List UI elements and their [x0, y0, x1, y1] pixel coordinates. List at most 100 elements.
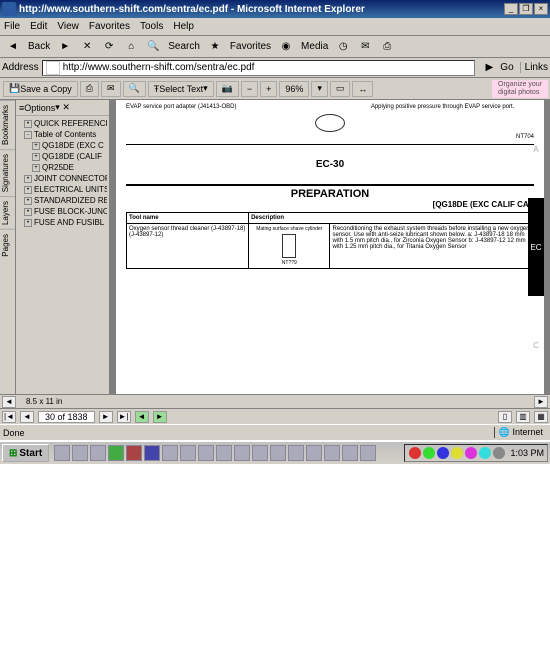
ql-icon-1[interactable] — [54, 445, 70, 461]
ql-icon-15[interactable] — [306, 445, 322, 461]
bookmark-item[interactable]: •STANDARDIZED RE — [18, 195, 107, 206]
bookmark-item[interactable]: -Table of Contents — [18, 129, 107, 140]
bookmark-item[interactable]: •FUSE AND FUSIBL — [18, 217, 107, 228]
back-button[interactable]: ◄ — [3, 38, 23, 56]
go-button[interactable]: ▶ — [479, 59, 499, 77]
search-icon[interactable]: 🔍 — [143, 38, 163, 56]
ql-icon-10[interactable] — [216, 445, 232, 461]
fit-width-button[interactable]: ↔ — [352, 81, 373, 97]
tray-icon-2[interactable] — [423, 447, 435, 459]
zoom-level[interactable]: 96% — [279, 81, 309, 97]
media-icon[interactable]: ◉ — [276, 38, 296, 56]
nav-fwd-button[interactable]: ► — [153, 411, 167, 423]
menu-help[interactable]: Help — [173, 21, 194, 32]
next-page-button[interactable]: ► — [99, 411, 113, 423]
first-page-button[interactable]: |◄ — [2, 411, 16, 423]
index-ec[interactable]: EC — [528, 198, 544, 296]
favorites-label[interactable]: Favorites — [226, 38, 275, 56]
ql-icon-12[interactable] — [252, 445, 268, 461]
ql-icon-6[interactable] — [144, 445, 160, 461]
mail-icon[interactable]: ✉ — [355, 38, 375, 56]
select-text-button[interactable]: Ŧ Select Text ▾ — [148, 81, 214, 97]
history-icon[interactable]: ◷ — [333, 38, 353, 56]
ql-icon-9[interactable] — [198, 445, 214, 461]
bookmark-item[interactable]: +QG18DE (EXC C — [18, 140, 107, 151]
search-pdf-button[interactable]: 🔍 — [123, 81, 146, 97]
pdf-viewport[interactable]: EVAP service port adapter (J41413-OBD) A… — [110, 100, 550, 394]
tray-icon-3[interactable] — [437, 447, 449, 459]
tray-icon-5[interactable] — [465, 447, 477, 459]
clock[interactable]: 1:03 PM — [510, 448, 544, 458]
fit-page-button[interactable]: ▭ — [330, 81, 351, 97]
bookmark-item[interactable]: +QR25DE — [18, 162, 107, 173]
view-facing-icon[interactable]: ▦ — [534, 411, 548, 423]
index-c[interactable]: C — [528, 296, 544, 394]
zoom-out-button[interactable]: − — [241, 81, 258, 97]
home-button[interactable]: ⌂ — [121, 38, 141, 56]
forward-button[interactable]: ► — [55, 38, 75, 56]
tray-icon-4[interactable] — [451, 447, 463, 459]
address-input[interactable]: http://www.southern-shift.com/sentra/ec.… — [42, 60, 476, 76]
tray-icon-6[interactable] — [479, 447, 491, 459]
start-button[interactable]: ⊞Start — [2, 444, 49, 462]
menu-view[interactable]: View — [57, 21, 79, 32]
bookmarks-options[interactable]: ≡ Options ▾ ✕ — [16, 100, 109, 116]
links-label[interactable]: Links — [520, 62, 548, 73]
stop-button[interactable]: ✕ — [77, 38, 97, 56]
go-label[interactable]: Go — [500, 62, 513, 73]
bookmark-item[interactable]: •QUICK REFERENCE — [18, 118, 107, 129]
search-label[interactable]: Search — [164, 38, 204, 56]
ql-icon-17[interactable] — [342, 445, 358, 461]
tray-icon-1[interactable] — [409, 447, 421, 459]
zoom-in-button[interactable]: + — [260, 81, 277, 97]
tab-bookmarks[interactable]: Bookmarks — [0, 100, 15, 149]
bookmark-item[interactable]: +QG18DE (CALIF — [18, 151, 107, 162]
bookmark-item[interactable]: •JOINT CONNECTOR — [18, 173, 107, 184]
ql-icon-11[interactable] — [234, 445, 250, 461]
menu-favorites[interactable]: Favorites — [89, 21, 130, 32]
tray-icon-7[interactable] — [493, 447, 505, 459]
ql-icon-7[interactable] — [162, 445, 178, 461]
zoom-dropdown-icon[interactable]: ▾ — [311, 81, 328, 97]
media-label[interactable]: Media — [297, 38, 332, 56]
ql-icon-8[interactable] — [180, 445, 196, 461]
ql-icon-5[interactable] — [126, 445, 142, 461]
maximize-button[interactable]: ❐ — [519, 3, 533, 15]
ql-icon-18[interactable] — [360, 445, 376, 461]
prev-page-button[interactable]: ◄ — [20, 411, 34, 423]
ql-icon-13[interactable] — [270, 445, 286, 461]
ql-icon-2[interactable] — [72, 445, 88, 461]
refresh-button[interactable]: ⟳ — [99, 38, 119, 56]
ql-icon-3[interactable] — [90, 445, 106, 461]
print-button[interactable]: ⎙ — [80, 81, 99, 97]
print-icon[interactable]: ⎙ — [377, 38, 397, 56]
bookmark-item[interactable]: •FUSE BLOCK-JUNC — [18, 206, 107, 217]
ql-icon-4[interactable] — [108, 445, 124, 461]
menu-edit[interactable]: Edit — [30, 21, 47, 32]
last-page-button[interactable]: ►| — [117, 411, 131, 423]
index-a[interactable]: A — [528, 100, 544, 198]
close-button[interactable]: × — [534, 3, 548, 15]
adobe-promo[interactable]: Organize your digital photos — [492, 80, 548, 98]
email-button[interactable]: ✉ — [101, 81, 121, 97]
save-copy-button[interactable]: 💾 Save a Copy — [3, 81, 78, 97]
view-single-icon[interactable]: ▯ — [498, 411, 512, 423]
nav-back-button[interactable]: ◄ — [135, 411, 149, 423]
scroll-left-icon[interactable]: ◄ — [2, 396, 16, 408]
view-cont-icon[interactable]: ▥ — [516, 411, 530, 423]
tab-layers[interactable]: Layers — [0, 196, 15, 229]
scroll-right-icon[interactable]: ► — [534, 396, 548, 408]
page-indicator[interactable]: 30 of 1838 — [38, 411, 95, 423]
menu-tools[interactable]: Tools — [140, 21, 163, 32]
favorites-icon[interactable]: ★ — [205, 38, 225, 56]
tab-signatures[interactable]: Signatures — [0, 149, 15, 196]
menu-file[interactable]: File — [4, 21, 20, 32]
tab-pages[interactable]: Pages — [0, 229, 15, 261]
ql-icon-16[interactable] — [324, 445, 340, 461]
minimize-button[interactable]: _ — [504, 3, 518, 15]
back-label[interactable]: Back — [24, 38, 54, 56]
bookmark-item[interactable]: •ELECTRICAL UNITS — [18, 184, 107, 195]
snapshot-button[interactable]: 📷 — [216, 81, 239, 97]
ql-icon-14[interactable] — [288, 445, 304, 461]
pdf-scrollbar[interactable]: ◄ 8.5 x 11 in ► — [0, 394, 550, 408]
